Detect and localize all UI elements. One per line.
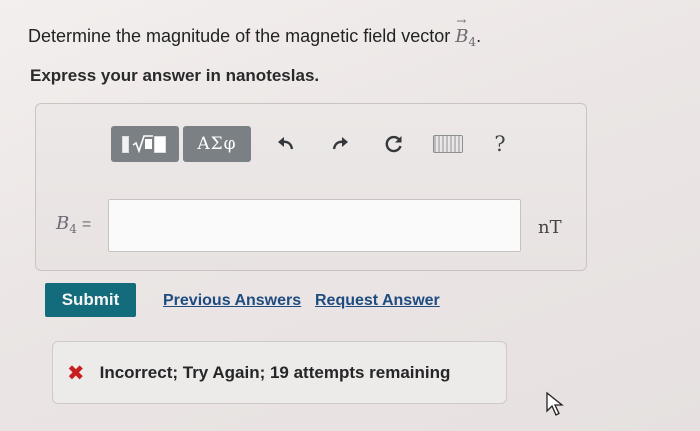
keyboard-icon[interactable] — [433, 126, 463, 162]
redo-icon[interactable] — [325, 126, 355, 162]
answer-input[interactable] — [108, 199, 521, 252]
templates-button[interactable] — [111, 126, 179, 162]
templates-icon — [121, 135, 129, 153]
answer-panel: ΑΣφ ? B4 = nT — [35, 103, 587, 271]
unit-label: nT — [538, 217, 562, 238]
answer-variable: B — [56, 213, 70, 234]
feedback-text: Incorrect; Try Again; 19 attempts remain… — [99, 362, 451, 382]
question-suffix: . — [476, 26, 482, 46]
math-toolbar: ΑΣφ ? — [111, 126, 515, 162]
feedback-box: ✖ Incorrect; Try Again; 19 attempts rema… — [52, 341, 507, 404]
submit-button[interactable]: Submit — [45, 283, 136, 317]
incorrect-icon: ✖ — [67, 360, 85, 385]
request-answer-link[interactable]: Request Answer — [315, 292, 440, 310]
help-icon[interactable]: ? — [485, 126, 515, 162]
question-text: Determine the magnitude of the magnetic … — [28, 14, 482, 49]
box-icon — [153, 135, 166, 153]
symbols-button[interactable]: ΑΣφ — [183, 126, 251, 162]
vector-b4: → B4 — [455, 14, 477, 49]
radical-icon — [132, 135, 153, 154]
vector-symbol: B — [455, 26, 469, 47]
answer-variable-subscript: 4 — [69, 222, 77, 236]
question-prefix: Determine the magnitude of the magnetic … — [28, 26, 456, 46]
reset-icon[interactable] — [379, 126, 409, 162]
answer-variable-label: B4 = — [56, 213, 91, 236]
vector-arrow: → — [456, 14, 467, 28]
vector-subscript: 4 — [468, 35, 477, 49]
equals-sign: = — [81, 216, 92, 233]
previous-answers-link[interactable]: Previous Answers — [163, 292, 301, 310]
undo-icon[interactable] — [271, 126, 301, 162]
mouse-cursor-icon — [546, 391, 564, 416]
answer-instruction: Express your answer in nanoteslas. — [30, 66, 320, 85]
